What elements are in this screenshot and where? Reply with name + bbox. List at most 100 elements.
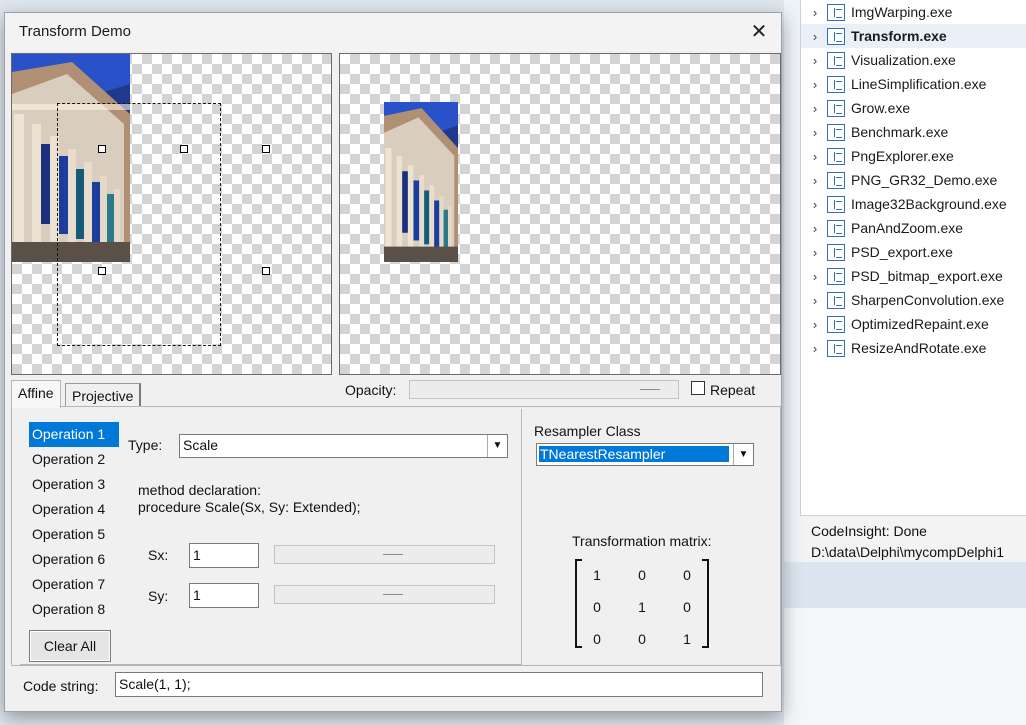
- matrix-cell: 0: [593, 631, 601, 647]
- tab-projective[interactable]: Projective: [65, 383, 142, 407]
- chevron-right-icon[interactable]: ›: [805, 77, 825, 92]
- matrix-cell: 1: [638, 599, 646, 615]
- operation-item[interactable]: Operation 7: [29, 572, 119, 597]
- sy-label: Sy:: [148, 588, 169, 604]
- executable-file-icon: [827, 219, 845, 237]
- chevron-right-icon[interactable]: ›: [805, 269, 825, 284]
- project-tree-item-label: ImgWarping.exe: [851, 4, 953, 20]
- project-tree-item[interactable]: › PngExplorer.exe: [801, 144, 1026, 168]
- resize-handle[interactable]: [98, 145, 106, 153]
- matrix-cell: 0: [593, 599, 601, 615]
- project-tree-item[interactable]: › LineSimplification.exe: [801, 72, 1026, 96]
- project-tree-item[interactable]: › ImgWarping.exe: [801, 0, 1026, 24]
- project-tree-item-label: Transform.exe: [851, 28, 947, 44]
- operation-item[interactable]: Operation 5: [29, 522, 119, 547]
- project-tree-item[interactable]: › PanAndZoom.exe: [801, 216, 1026, 240]
- chevron-right-icon[interactable]: ›: [805, 173, 825, 188]
- chevron-right-icon[interactable]: ›: [805, 317, 825, 332]
- executable-file-icon: [827, 291, 845, 309]
- sy-input[interactable]: 1: [189, 583, 259, 608]
- operation-list[interactable]: Operation 1 Operation 2 Operation 3 Operati…: [29, 422, 119, 622]
- resize-handle[interactable]: [262, 145, 270, 153]
- executable-file-icon: [827, 27, 845, 45]
- clear-all-button[interactable]: Clear All: [29, 630, 111, 662]
- project-tree-item-label: OptimizedRepaint.exe: [851, 316, 989, 332]
- sx-input[interactable]: 1: [189, 543, 259, 568]
- ide-divider: [784, 562, 1026, 608]
- code-string-label: Code string:: [23, 678, 99, 694]
- chevron-right-icon[interactable]: ›: [805, 29, 825, 44]
- chevron-right-icon[interactable]: ›: [805, 245, 825, 260]
- type-value: Scale: [183, 437, 219, 453]
- resampler-combobox[interactable]: TNearestResampler ▼: [536, 443, 754, 466]
- ide-status-panel: CodeInsight: Done D:\data\Delphi\mycompD…: [800, 515, 1026, 562]
- executable-file-icon: [827, 51, 845, 69]
- chevron-right-icon[interactable]: ›: [805, 221, 825, 236]
- executable-file-icon: [827, 243, 845, 261]
- resize-handle[interactable]: [180, 145, 188, 153]
- project-tree-item-label: PSD_bitmap_export.exe: [851, 268, 1003, 284]
- result-image-view: [339, 53, 781, 375]
- sy-slider[interactable]: [274, 585, 495, 604]
- project-tree-item[interactable]: › Grow.exe: [801, 96, 1026, 120]
- operation-item[interactable]: Operation 4: [29, 497, 119, 522]
- project-tree-item[interactable]: › PSD_bitmap_export.exe: [801, 264, 1026, 288]
- executable-file-icon: [827, 195, 845, 213]
- chevron-right-icon[interactable]: ›: [805, 197, 825, 212]
- repeat-checkbox[interactable]: [691, 381, 705, 395]
- operation-item[interactable]: Operation 1: [29, 422, 119, 447]
- chevron-right-icon[interactable]: ›: [805, 5, 825, 20]
- resize-handle[interactable]: [98, 267, 106, 275]
- operation-item[interactable]: Operation 3: [29, 472, 119, 497]
- project-tree-item[interactable]: › Transform.exe: [801, 24, 1026, 48]
- close-icon[interactable]: ✕: [737, 13, 781, 51]
- project-tree-item[interactable]: › PNG_GR32_Demo.exe: [801, 168, 1026, 192]
- project-tree-item-label: PanAndZoom.exe: [851, 220, 964, 236]
- chevron-right-icon[interactable]: ›: [805, 53, 825, 68]
- transform-selection-rect[interactable]: [57, 103, 221, 346]
- operation-item[interactable]: Operation 8: [29, 597, 119, 622]
- project-tree-item-label: LineSimplification.exe: [851, 76, 987, 92]
- project-tree-item[interactable]: › Image32Background.exe: [801, 192, 1026, 216]
- executable-file-icon: [827, 147, 845, 165]
- title-bar[interactable]: Transform Demo ✕: [5, 13, 781, 51]
- chevron-right-icon[interactable]: ›: [805, 293, 825, 308]
- source-image-view[interactable]: [11, 53, 332, 375]
- chevron-right-icon[interactable]: ›: [805, 341, 825, 356]
- code-string-input[interactable]: Scale(1, 1);: [115, 672, 763, 697]
- tab-affine[interactable]: Affine: [11, 380, 61, 408]
- resize-handle[interactable]: [262, 267, 270, 275]
- sx-label: Sx:: [148, 547, 169, 563]
- matrix-cell: 0: [683, 567, 691, 583]
- operation-item[interactable]: Operation 6: [29, 547, 119, 572]
- executable-file-icon: [827, 339, 845, 357]
- executable-file-icon: [827, 75, 845, 93]
- matrix-cell: 0: [638, 567, 646, 583]
- project-tree-item[interactable]: › OptimizedRepaint.exe: [801, 312, 1026, 336]
- operation-item[interactable]: Operation 2: [29, 447, 119, 472]
- project-tree-item[interactable]: › Benchmark.exe: [801, 120, 1026, 144]
- sx-slider[interactable]: [274, 545, 495, 564]
- result-photo: [384, 102, 458, 262]
- project-tree-item-label: Grow.exe: [851, 100, 911, 116]
- project-tree-item[interactable]: › PSD_export.exe: [801, 240, 1026, 264]
- opacity-slider-thumb[interactable]: [640, 389, 660, 390]
- chevron-right-icon[interactable]: ›: [805, 125, 825, 140]
- project-tree-item[interactable]: › SharpenConvolution.exe: [801, 288, 1026, 312]
- opacity-slider[interactable]: [409, 380, 679, 399]
- matrix-cell: 1: [683, 631, 691, 647]
- project-tree-item[interactable]: › ResizeAndRotate.exe: [801, 336, 1026, 360]
- chevron-right-icon[interactable]: ›: [805, 101, 825, 116]
- executable-file-icon: [827, 123, 845, 141]
- chevron-right-icon[interactable]: ›: [805, 149, 825, 164]
- sy-slider-thumb[interactable]: [383, 594, 403, 595]
- type-combobox[interactable]: Scale ▼: [179, 434, 508, 458]
- project-tree-item[interactable]: › Visualization.exe: [801, 48, 1026, 72]
- type-label: Type:: [128, 437, 163, 453]
- repeat-label: Repeat: [710, 382, 756, 398]
- chevron-down-icon[interactable]: ▼: [487, 435, 507, 457]
- matrix-right-bracket: [702, 559, 709, 648]
- chevron-down-icon[interactable]: ▼: [733, 444, 753, 465]
- sx-slider-thumb[interactable]: [383, 554, 403, 555]
- opacity-label: Opacity:: [345, 382, 397, 398]
